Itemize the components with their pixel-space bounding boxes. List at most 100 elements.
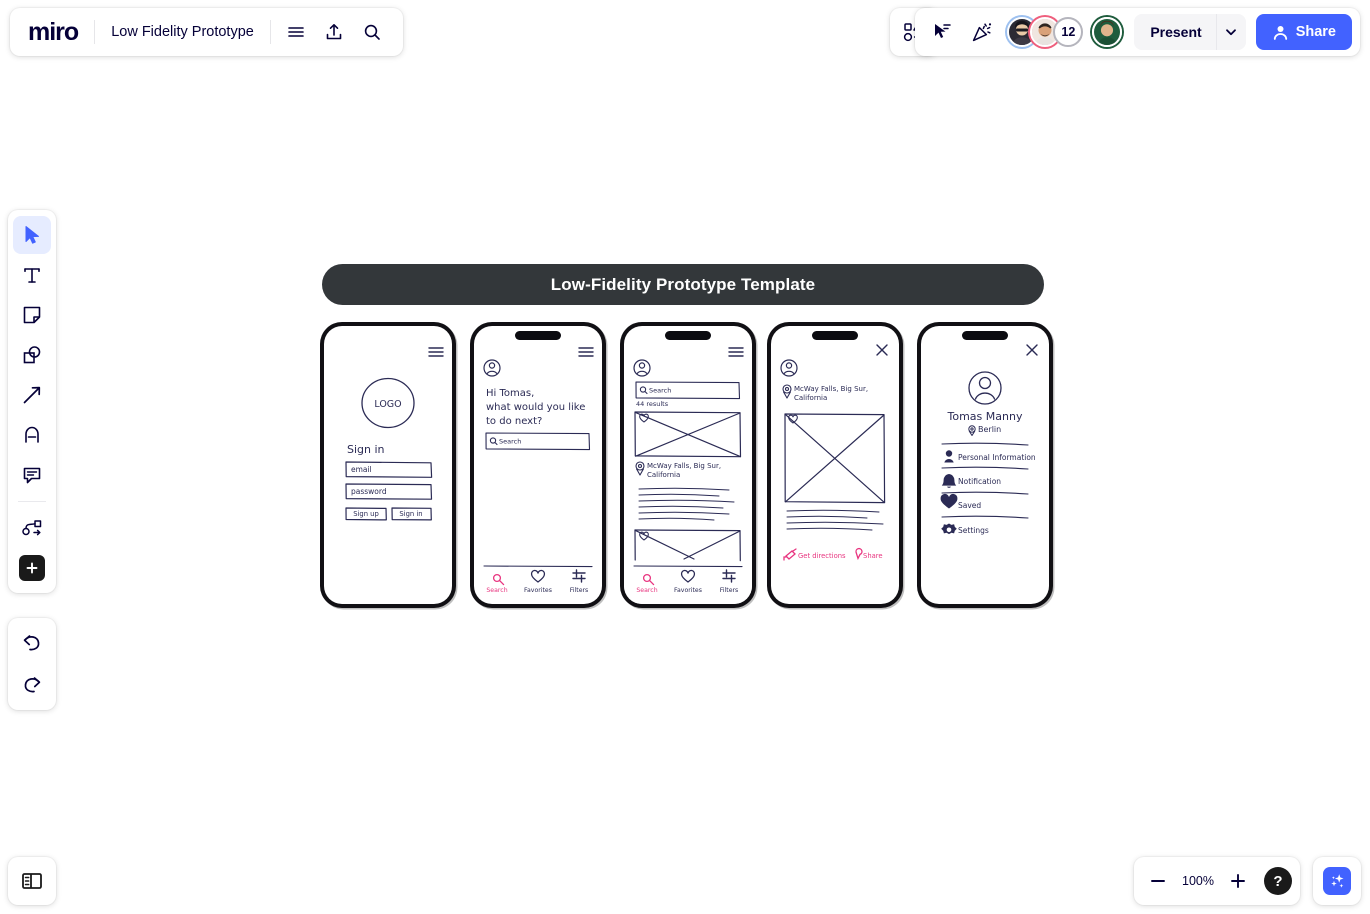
result-title-line-1: McWay Falls, Big Sur, <box>647 462 721 470</box>
greeting-line-1: Hi Tomas, <box>486 388 534 399</box>
pen-tool[interactable] <box>13 416 51 454</box>
comment-bubble-icon <box>23 467 41 484</box>
hamburger-menu-icon <box>288 27 304 37</box>
sticky-note-tool[interactable] <box>13 296 51 334</box>
present-dropdown-button[interactable] <box>1215 14 1246 50</box>
miro-logo[interactable]: miro <box>22 19 88 45</box>
more-apps-tool[interactable] <box>13 549 51 587</box>
share-pin-icon <box>855 547 863 561</box>
board-canvas[interactable]: Low-Fidelity Prototype Template LOGO Sig… <box>0 0 1370 914</box>
result-title-line-2: California <box>647 471 680 479</box>
phone-mockup-home-greeting[interactable]: Hi Tomas, what would you like to do next… <box>470 322 606 608</box>
top-right-toolbar: 12 Present Share <box>915 8 1360 56</box>
plus-icon <box>1231 874 1245 888</box>
sign-up-button-label: Sign up <box>353 510 379 518</box>
phone-mockup-sign-in[interactable]: LOGO Sign in email password Sign up Sign… <box>320 322 456 608</box>
avatar-current-user[interactable] <box>1092 17 1123 47</box>
home-greeting-sketch: Hi Tomas, what would you like to do next… <box>483 347 594 594</box>
present-control: Present <box>1134 14 1246 50</box>
hamburger-menu-icon <box>428 347 444 357</box>
sticky-note-icon <box>23 306 41 324</box>
side-panel-toggle-button[interactable] <box>8 857 56 905</box>
cursor-chat-button[interactable] <box>923 13 961 51</box>
phone-screen-profile: Tomas Manny Berlin Personal Information <box>921 326 1049 604</box>
board-title-banner[interactable]: Low-Fidelity Prototype Template <box>322 264 1044 305</box>
profile-sketch: Tomas Manny Berlin Personal Information <box>940 344 1038 535</box>
ai-sparkle-icon <box>1323 867 1351 895</box>
connector-tool[interactable] <box>13 376 51 414</box>
profile-divider <box>941 466 1029 470</box>
arrow-line-icon <box>23 386 41 404</box>
nav-filters-label: Filters <box>720 587 739 594</box>
search-button[interactable] <box>353 13 391 51</box>
map-pin-icon <box>968 425 976 436</box>
shapes-tool[interactable] <box>13 336 51 374</box>
sign-in-sketch: LOGO Sign in email password Sign up Sign… <box>345 347 444 521</box>
upload-icon <box>326 24 342 40</box>
hamburger-menu-icon <box>728 347 744 357</box>
search-icon <box>364 24 380 40</box>
celebrate-button[interactable] <box>963 13 1001 51</box>
nav-favorites-label: Favorites <box>674 587 702 594</box>
person-icon <box>944 450 954 463</box>
search-icon <box>489 437 498 446</box>
upload-button[interactable] <box>315 13 353 51</box>
avatar-photo <box>1094 19 1121 45</box>
user-avatar-icon <box>483 359 501 377</box>
collaborator-count-badge[interactable]: 12 <box>1053 17 1084 47</box>
flowchart-icon <box>22 520 42 536</box>
zoom-in-button[interactable] <box>1222 865 1254 897</box>
zoom-level-label[interactable]: 100% <box>1178 874 1218 888</box>
search-icon <box>639 386 648 395</box>
board-title[interactable]: Low Fidelity Prototype <box>101 24 264 40</box>
zoom-out-button[interactable] <box>1142 865 1174 897</box>
toolbar-divider <box>18 501 46 502</box>
user-avatar-icon <box>780 359 798 377</box>
phone-mockup-place-detail[interactable]: McWay Falls, Big Sur, California Get dir… <box>767 322 903 608</box>
present-button[interactable]: Present <box>1134 24 1215 40</box>
nav-search-label: Search <box>636 587 657 594</box>
menu-notification-label: Notification <box>958 477 1001 486</box>
board-menu-button[interactable] <box>277 13 315 51</box>
phone-mockup-search-results[interactable]: Search 44 results McWay Falls, Big Sur, <box>620 322 756 608</box>
result-image-placeholder-2 <box>634 529 741 562</box>
text-tool[interactable] <box>13 256 51 294</box>
phone-screen-search-results: Search 44 results McWay Falls, Big Sur, <box>624 326 752 604</box>
text-T-icon <box>24 268 40 283</box>
result-image-placeholder <box>634 411 742 458</box>
close-x-icon <box>876 344 888 356</box>
select-tool[interactable] <box>13 216 51 254</box>
share-button[interactable]: Share <box>1255 14 1352 50</box>
filter-sliders-icon <box>572 569 586 583</box>
party-popper-icon <box>973 23 992 42</box>
help-button[interactable]: ? <box>1264 867 1292 895</box>
phone-screen-sign-in: LOGO Sign in email password Sign up Sign… <box>324 326 452 604</box>
collaborator-avatars[interactable]: 12 <box>1007 17 1123 47</box>
sparkles-icon <box>1331 874 1344 888</box>
results-count: 44 results <box>636 400 669 408</box>
phone-mockup-profile[interactable]: Tomas Manny Berlin Personal Information <box>917 322 1053 608</box>
heart-icon <box>530 569 546 583</box>
flowchart-tool[interactable] <box>13 509 51 547</box>
bell-icon <box>941 474 957 488</box>
greeting-line-3: to do next? <box>486 416 542 427</box>
redo-button[interactable] <box>13 666 51 704</box>
profile-divider <box>941 515 1029 519</box>
phone-screen-place-detail: McWay Falls, Big Sur, California Get dir… <box>771 326 899 604</box>
share-button-label: Share <box>1295 24 1336 40</box>
user-avatar-icon <box>633 359 651 377</box>
top-left-toolbar: miro Low Fidelity Prototype <box>10 8 403 56</box>
pen-marker-icon <box>25 426 39 443</box>
detail-image-placeholder <box>784 413 886 504</box>
nav-filters-label: Filters <box>570 587 589 594</box>
sign-in-heading: Sign in <box>347 443 385 456</box>
ai-assistant-button[interactable] <box>1313 857 1361 905</box>
user-avatar-large-icon <box>968 371 1002 405</box>
undo-button[interactable] <box>13 624 51 662</box>
detail-body-lines <box>786 509 884 531</box>
comment-tool[interactable] <box>13 456 51 494</box>
redo-arrow-icon <box>24 677 41 693</box>
cursor-pointer-icon <box>935 24 952 38</box>
directions-icon <box>783 548 797 561</box>
result-body-lines <box>638 487 735 521</box>
